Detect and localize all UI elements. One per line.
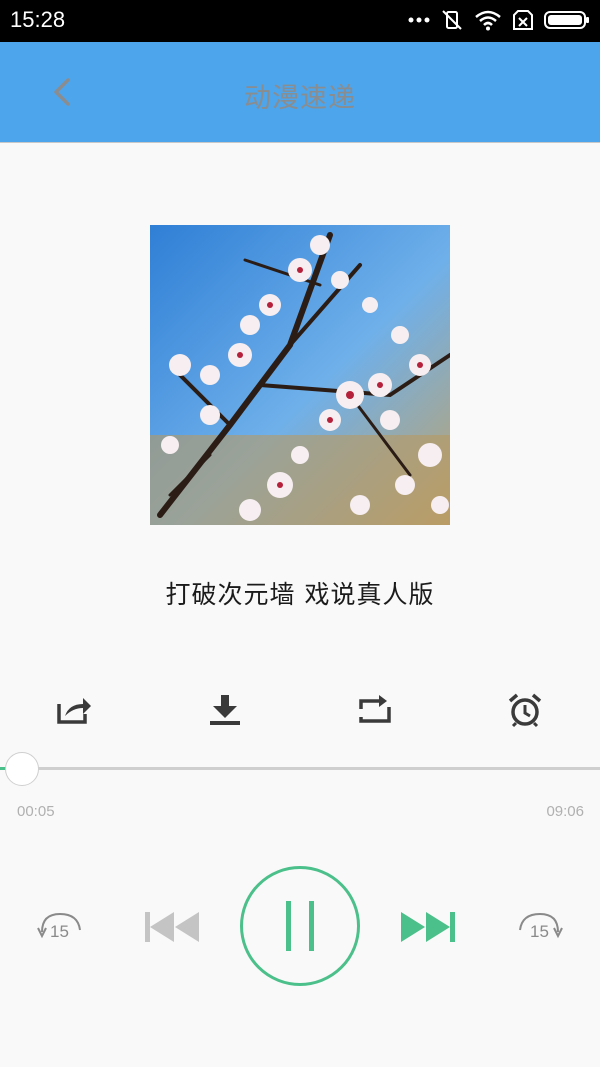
alarm-icon [508,693,542,728]
pause-button[interactable] [240,866,360,986]
vibrate-mute-icon [442,10,462,30]
skip-next-icon [401,912,455,942]
header-divider [0,142,600,143]
download-icon [210,695,240,725]
rewind-15-button[interactable]: 15 [30,905,90,951]
status-icons [408,8,590,32]
progress-track[interactable] [0,767,600,770]
alarm-button[interactable] [505,690,545,730]
battery-icon [544,11,589,29]
current-time: 00:05 [17,803,55,820]
repeat-icon [359,695,391,723]
forward-seconds: 15 [530,922,549,941]
download-button[interactable] [205,690,245,730]
progress-thumb[interactable] [5,752,39,786]
album-cover [150,225,450,525]
share-icon [57,698,91,724]
no-sim-icon [513,10,533,30]
wifi-icon [475,10,501,31]
previous-button[interactable] [140,905,204,949]
total-time: 09:06 [546,803,584,820]
status-time: 15:28 [10,7,66,32]
pause-icon [286,901,314,951]
forward-15-button[interactable]: 15 [510,905,570,951]
repeat-button[interactable] [355,690,395,730]
next-button[interactable] [396,905,460,949]
more-dots-icon [408,17,430,23]
rewind-seconds: 15 [50,922,69,941]
page-title: 动漫速递 [244,83,356,114]
track-title: 打破次元墙 戏说真人版 [165,580,435,609]
app-bar: 动漫速递 [0,42,600,142]
status-bar: 15:28 [0,0,600,42]
skip-previous-icon [145,912,199,942]
share-button[interactable] [54,690,94,730]
